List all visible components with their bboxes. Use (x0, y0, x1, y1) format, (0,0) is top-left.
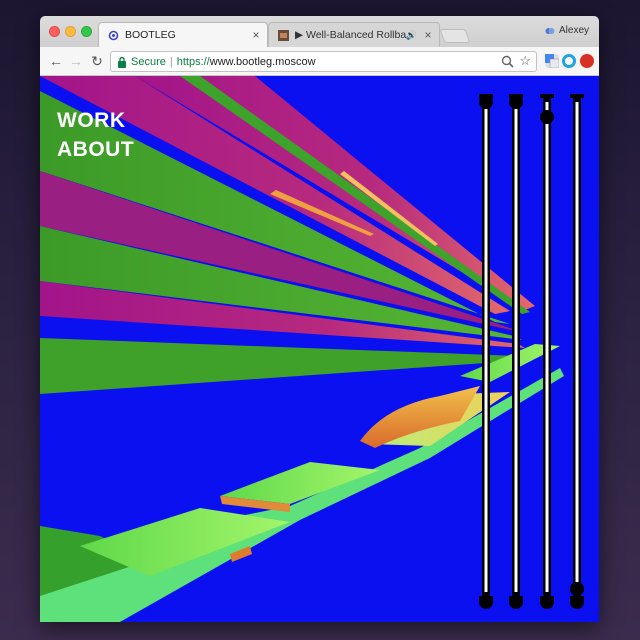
bookmark-star-icon[interactable]: ☆ (519, 53, 531, 69)
menu-work-link[interactable]: WORK (57, 106, 134, 135)
separator: | (169, 55, 173, 68)
url-host: www.bootleg.moscow (209, 55, 316, 68)
secure-label: Secure (131, 55, 166, 68)
forward-arrow-icon[interactable]: → (68, 53, 84, 69)
slider-end-dot (540, 595, 554, 609)
tab-title: ▶ Well-Balanced Rollback | (295, 29, 406, 41)
ublock-extension-icon[interactable] (580, 54, 594, 68)
zoom-window-button[interactable] (81, 26, 92, 37)
slider-handle[interactable] (540, 110, 554, 125)
close-tab-icon[interactable]: × (421, 28, 435, 42)
lock-icon (117, 56, 127, 68)
slider-track (545, 102, 549, 592)
tab-title: BOOTLEG (125, 29, 176, 41)
tab-bar: BOOTLEG × ▶ Well-Balanced Rollback | 🔊 ×… (40, 16, 599, 47)
profile-icon (545, 27, 555, 34)
url-scheme: https:// (176, 55, 210, 68)
circle-extension-icon[interactable] (562, 54, 576, 68)
slider-end-dot (509, 595, 523, 609)
slider-track (575, 102, 579, 592)
browser-window: BOOTLEG × ▶ Well-Balanced Rollback | 🔊 ×… (40, 16, 599, 622)
browser-toolbar: ← → ↻ Secure | https:// www.bootleg.mosc… (40, 47, 599, 76)
profile-button[interactable]: Alexey (545, 25, 589, 36)
slider-track (514, 102, 518, 592)
site-menu: WORK ABOUT (57, 106, 134, 164)
slider-cap (570, 94, 584, 98)
slider-handle[interactable] (509, 95, 523, 109)
address-bar[interactable]: Secure | https:// www.bootleg.moscow ☆ (110, 51, 537, 72)
tab-video[interactable]: ▶ Well-Balanced Rollback | 🔊 × (268, 22, 440, 47)
back-arrow-icon[interactable]: ← (48, 53, 64, 69)
reload-icon[interactable]: ↻ (89, 53, 105, 69)
slider-handle[interactable] (570, 581, 584, 596)
menu-about-link[interactable]: ABOUT (57, 135, 134, 164)
search-icon[interactable] (501, 55, 514, 68)
close-window-button[interactable] (49, 26, 60, 37)
profile-name: Alexey (558, 25, 589, 36)
minimize-window-button[interactable] (65, 26, 76, 37)
close-tab-icon[interactable]: × (249, 28, 263, 42)
slider-end-dot (479, 595, 493, 609)
slider-track (484, 102, 488, 592)
page-viewport: WORK ABOUT (40, 76, 599, 622)
bootleg-favicon-icon (107, 29, 119, 41)
speaker-icon[interactable]: 🔊 (406, 30, 417, 41)
video-thumbnail-icon (277, 29, 289, 41)
translate-extension-icon[interactable] (545, 54, 560, 69)
tab-bootleg[interactable]: BOOTLEG × (98, 22, 268, 47)
slider-cap (540, 94, 554, 98)
slider-end-dot (570, 595, 584, 609)
slider-handle[interactable] (479, 95, 493, 109)
new-tab-button[interactable] (439, 29, 471, 43)
